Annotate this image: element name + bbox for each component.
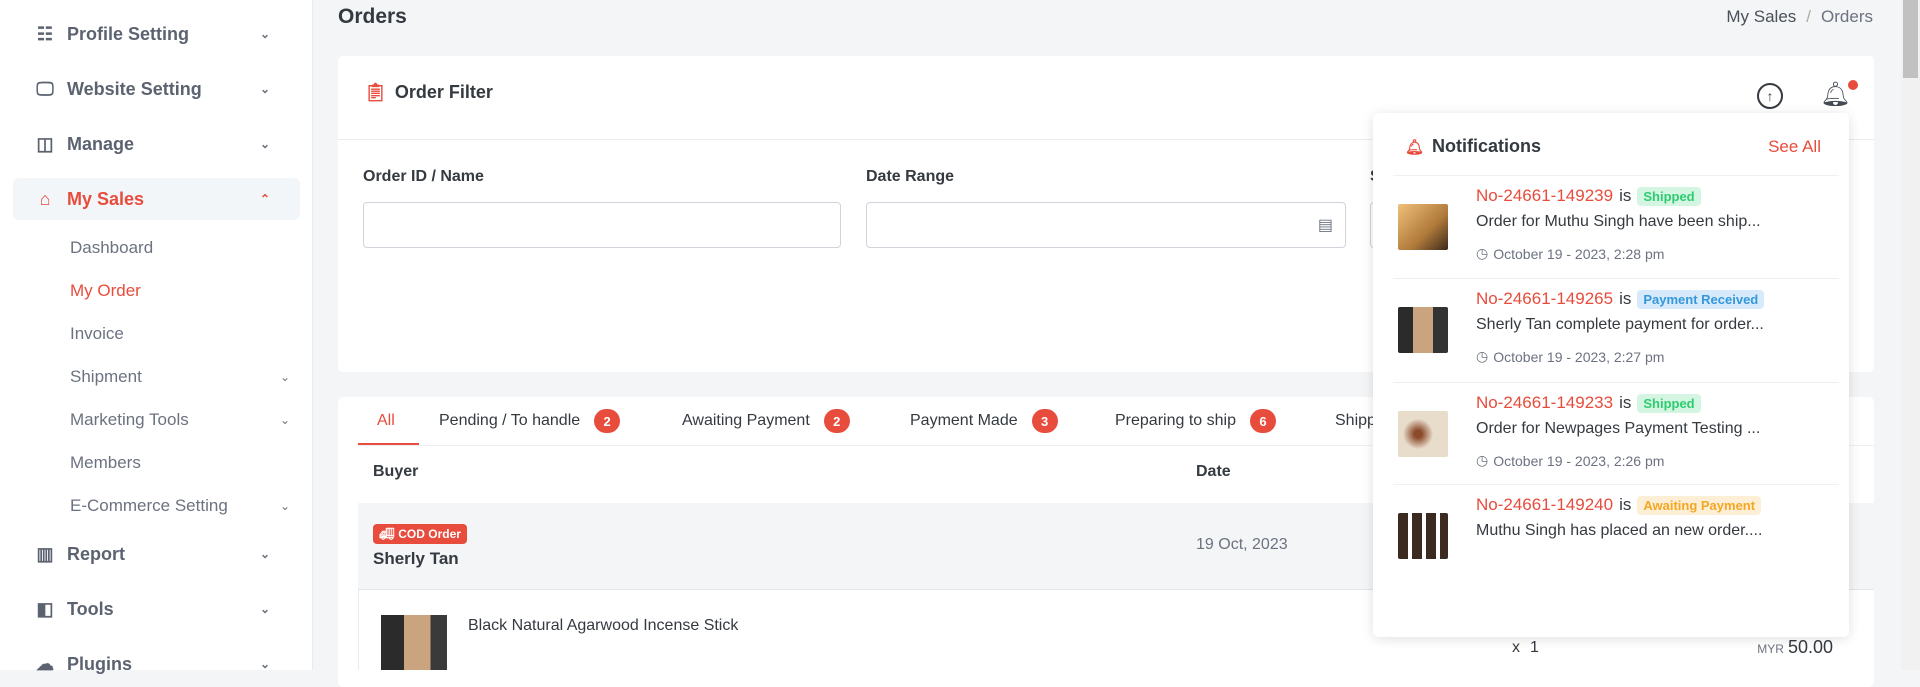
notification-item[interactable]: No-24661-149233 is Shipped Order for Newpa… (1393, 382, 1839, 485)
sidebar-item-manage[interactable]: ◫ Manage ⌄ (13, 123, 300, 165)
sidebar-item-report[interactable]: ▥ Report ⌄ (13, 533, 300, 575)
notification-description: Order for Newpages Payment Testing ... (1476, 420, 1761, 437)
notification-time: October 19 - 2023, 2:26 pm (1493, 452, 1665, 469)
breadcrumb: My Sales / Orders (1726, 7, 1873, 27)
tab-pending[interactable]: Pending / To handle 2 (439, 408, 621, 434)
count-badge: 3 (1031, 409, 1058, 433)
notification-time: October 19 - 2023, 2:28 pm (1493, 245, 1665, 262)
notification-description: Muthu Singh has placed an new order.... (1476, 522, 1763, 539)
clock-icon: ◷ (1476, 348, 1489, 364)
date-range-input[interactable]: ▤ (866, 202, 1346, 248)
notification-item[interactable]: No-24661-149265 is Payment Received Sherly… (1393, 278, 1839, 381)
chevron-down-icon: ⌄ (259, 27, 270, 41)
scrollbar[interactable] (1901, 0, 1920, 670)
count-badge: 2 (823, 409, 850, 433)
chart-icon: ▥ (36, 543, 54, 564)
puzzle-icon: ☁ (36, 653, 54, 674)
tab-all[interactable]: All (377, 408, 395, 434)
chevron-down-icon: ⌄ (279, 499, 290, 513)
sidebar: ☷ Profile Setting ⌄ 🖵 Website Setting ⌄ ◫ Man… (0, 0, 313, 674)
product-price: MYR 50.00 (1757, 637, 1833, 657)
column-date: Date (1196, 463, 1231, 480)
tools-icon: ◧ (36, 598, 54, 619)
bell-icon: 🔔︎ (1405, 138, 1425, 156)
sidebar-subitem-dashboard[interactable]: Dashboard (70, 233, 290, 263)
store-icon: ⌂ (39, 188, 51, 209)
chevron-down-icon: ⌄ (259, 657, 270, 671)
tab-payment-made[interactable]: Payment Made 3 (910, 408, 1058, 434)
sidebar-item-website-setting[interactable]: 🖵 Website Setting ⌄ (13, 68, 300, 110)
sidebar-item-tools[interactable]: ◧ Tools ⌄ (13, 588, 300, 630)
notification-thumbnail (1398, 204, 1448, 250)
notification-thumbnail (1398, 513, 1448, 559)
truck-icon: 🚚︎ (379, 527, 395, 541)
notifications-title: Notifications (1432, 136, 1542, 156)
column-buyer: Buyer (373, 463, 419, 480)
notification-description: Order for Muthu Singh have been ship... (1476, 213, 1761, 230)
tab-shipped[interactable]: Shipp (1335, 408, 1376, 434)
order-date: 19 Oct, 2023 (1196, 536, 1288, 553)
page-title: Orders (338, 5, 407, 28)
date-range-label: Date Range (866, 168, 955, 185)
product-thumbnail (381, 615, 447, 670)
chevron-up-icon: ⌃ (259, 192, 270, 206)
sidebar-subitem-marketing-tools[interactable]: Marketing Tools ⌄ (70, 405, 290, 435)
status-badge: Awaiting Payment (1637, 495, 1762, 515)
sidebar-subitem-ecommerce-setting[interactable]: E-Commerce Setting ⌄ (70, 491, 290, 521)
chevron-down-icon: ⌄ (259, 137, 270, 151)
order-id-input[interactable] (363, 202, 841, 248)
notification-thumbnail (1398, 307, 1448, 353)
buyer-name: Sherly Tan (373, 549, 459, 568)
chevron-down-icon: ⌄ (259, 82, 270, 96)
chevron-down-icon: ⌄ (259, 602, 270, 616)
tab-preparing-to-ship[interactable]: Preparing to ship 6 (1115, 408, 1276, 434)
count-badge: 6 (1249, 409, 1276, 433)
notification-item[interactable]: No-24661-149240 is Awaiting Payment Muthu … (1393, 484, 1839, 587)
sidebar-item-my-sales[interactable]: ⌂ My Sales ⌃ (13, 178, 300, 220)
status-badge: Payment Received (1637, 289, 1765, 309)
notification-time: October 19 - 2023, 2:27 pm (1493, 348, 1665, 365)
product-quantity: x1 (1512, 639, 1539, 656)
chevron-down-icon: ⌄ (279, 370, 290, 384)
monitor-icon: 🖵 (36, 78, 54, 99)
bell-icon[interactable]: 🔔︎ (1820, 80, 1859, 109)
see-all-link[interactable]: See All (1768, 137, 1821, 157)
order-id-label: Order ID / Name (363, 168, 484, 185)
count-badge: 2 (594, 409, 621, 433)
order-filter-title: Order Filter (394, 82, 493, 102)
breadcrumb-orders: Orders (1821, 7, 1873, 26)
sidebar-subitem-invoice[interactable]: Invoice (70, 319, 290, 349)
notification-description: Sherly Tan complete payment for order... (1476, 316, 1764, 333)
status-badge: Shipped (1637, 393, 1701, 413)
breadcrumb-my-sales[interactable]: My Sales (1726, 7, 1796, 27)
notification-thumbnail (1398, 411, 1448, 457)
clock-icon: ◷ (1476, 452, 1489, 468)
cod-order-badge: 🚚︎ COD Order (373, 524, 467, 544)
notifications-dropdown: 🔔︎ Notifications See All No-24661-149239 i… (1373, 113, 1849, 637)
scrollbar-thumb[interactable] (1903, 0, 1918, 78)
sidebar-subitem-shipment[interactable]: Shipment ⌄ (70, 362, 290, 392)
upload-icon[interactable]: ↑ (1757, 83, 1783, 109)
clock-icon: ◷ (1476, 245, 1489, 261)
status-badge: Shipped (1637, 186, 1701, 206)
calendar-icon[interactable]: ▤ (1318, 215, 1333, 235)
sidebar-item-profile-setting[interactable]: ☷ Profile Setting ⌄ (13, 13, 300, 55)
sidebar-subitem-members[interactable]: Members (70, 448, 290, 478)
notification-dot (1848, 80, 1859, 90)
sidebar-item-plugins[interactable]: ☁ Plugins ⌄ (13, 643, 300, 685)
product-name[interactable]: Black Natural Agarwood Incense Stick (468, 617, 738, 635)
profile-list-icon: ☷ (36, 23, 54, 44)
clipboard-icon: 📋︎ (364, 82, 387, 102)
chevron-down-icon: ⌄ (279, 413, 290, 427)
tab-awaiting-payment[interactable]: Awaiting Payment 2 (682, 408, 850, 434)
chevron-down-icon: ⌄ (259, 547, 270, 561)
notification-item[interactable]: No-24661-149239 is Shipped Order for Muthu… (1393, 175, 1839, 278)
layout-icon: ◫ (36, 133, 54, 154)
sidebar-subitem-my-order[interactable]: My Order (70, 276, 290, 306)
